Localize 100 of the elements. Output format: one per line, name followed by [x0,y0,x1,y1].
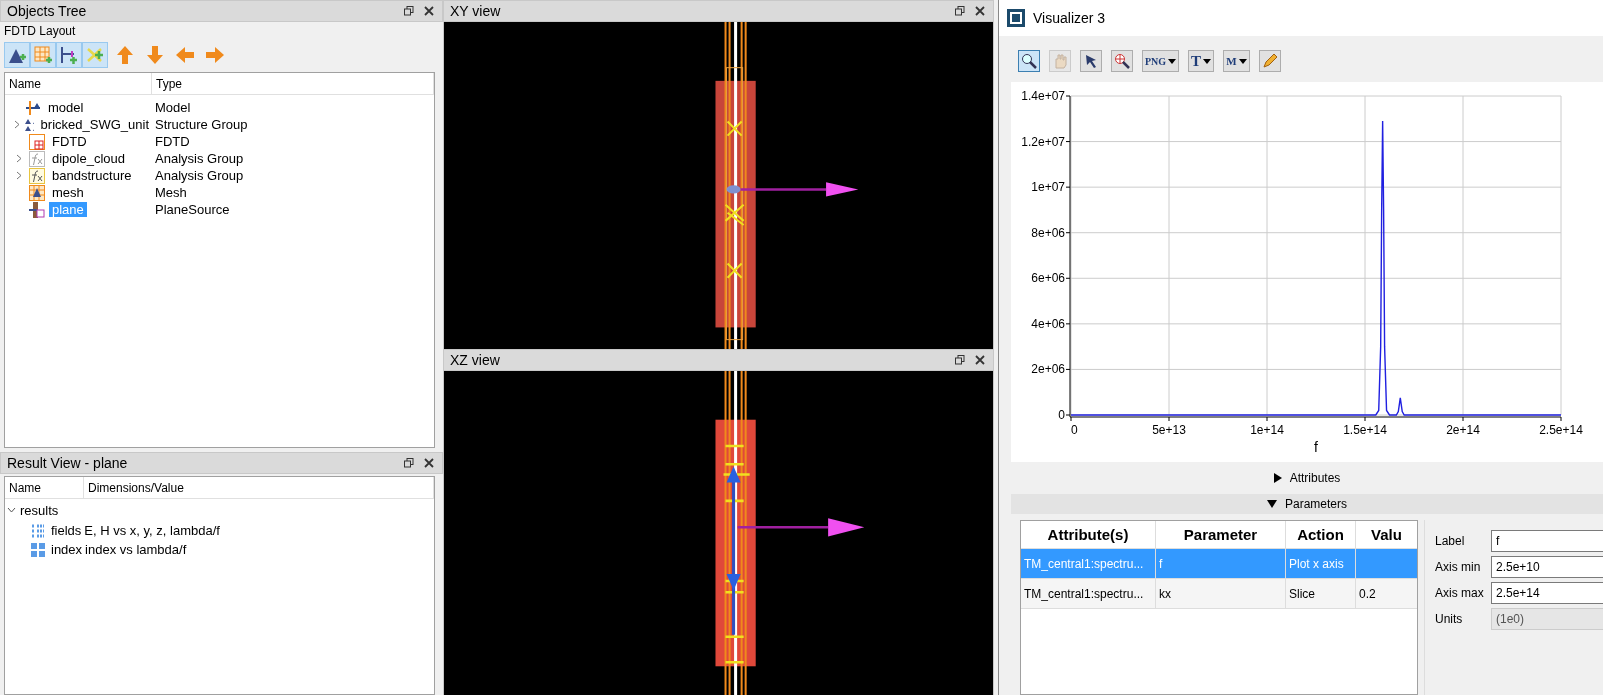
y-tick-label: 4e+06 [1031,316,1065,331]
panel-title: XZ view [450,351,501,368]
mesh-icon [29,184,45,201]
toolbar-button[interactable]: T [1188,50,1215,72]
table-row[interactable]: TM_central1:spectru... kx Slice 0.2 [1021,579,1417,609]
layout-label: FDTD Layout [3,23,77,40]
panel-title: Result View - plane [7,455,129,471]
toolbar-button[interactable] [4,42,30,68]
column-header[interactable]: Valu [1356,521,1417,548]
hand-icon [1052,53,1068,69]
x-tick-label: 5e+13 [1152,423,1186,437]
tree-item[interactable]: mesh [49,185,87,200]
table-cell: Slice [1286,579,1356,608]
tree-item[interactable]: dipole_cloud [49,151,128,166]
field-label: Label [1435,533,1466,550]
y-tick-label: 1.2e+07 [1021,134,1065,149]
tree-item[interactable]: fields [45,523,82,538]
function-icon [29,167,45,184]
column-header[interactable]: Dimensions/Value [84,477,434,498]
x-tick-label: 1.5e+14 [1343,423,1387,437]
toolbar-button[interactable] [1080,50,1102,72]
y-tick-label: 1.4e+07 [1021,89,1065,103]
grid-icon [31,542,45,557]
section-toggle[interactable]: Parameters [1011,494,1603,514]
target-magnifier-icon [1114,53,1130,69]
panel-title: XY view [450,3,502,19]
caret-icon [1238,58,1247,64]
toolbar-button[interactable]: M [1223,50,1250,72]
float-icon[interactable] [955,354,965,365]
field-label: Axis min [1435,559,1482,576]
x-tick-label: 1e+14 [1250,423,1284,437]
x-tick-label: 2e+14 [1446,423,1480,437]
cross-plus-icon [85,45,105,65]
column-header[interactable]: Name [5,73,152,94]
tree-item[interactable]: bandstructure [49,168,135,183]
type-cell-text: Mesh [154,185,187,200]
value-cell-text: index vs lambda/f [84,542,187,557]
x-tick-label: 2.5e+14 [1539,423,1583,437]
magnifier-icon [1021,53,1037,69]
up-arrow-icon [116,45,134,65]
tree-item[interactable]: FDTD [49,134,90,149]
tree-item[interactable]: index [45,542,83,557]
dotted-grid-icon [31,523,45,538]
xy-viewport[interactable] [443,22,994,351]
chevron-down-icon[interactable] [6,507,16,513]
input-field[interactable]: 2.5e+10 [1491,556,1603,578]
down-arrow-icon [146,45,164,65]
toolbar-button[interactable] [1111,50,1133,72]
xz-viewport[interactable] [443,370,994,695]
ruler-plus-icon [59,45,79,65]
column-header[interactable]: Action [1286,521,1356,548]
table-cell: f [1156,549,1286,578]
caret-icon [1168,58,1177,64]
toolbar-button[interactable] [56,42,82,68]
close-icon[interactable] [975,354,985,365]
source-icon [29,201,45,218]
right-arrow-icon [205,46,225,64]
triangle-right-icon [1273,473,1282,483]
table-cell: kx [1156,579,1286,608]
tree-item[interactable]: bricked_SWG_unit [37,117,152,132]
field-label: Units [1435,611,1464,628]
y-tick-label: 6e+06 [1031,271,1065,286]
grid-box-icon [29,133,45,150]
chevron-right-icon[interactable] [13,120,20,129]
type-cell-text: FDTD [154,134,190,149]
caret-icon [1203,58,1212,64]
table-cell: 0.2 [1356,579,1417,608]
triangle-down-icon [1267,500,1277,508]
input-field[interactable]: 2.5e+14 [1491,582,1603,604]
toolbar-button[interactable] [1018,50,1040,72]
left-arrow-icon [175,46,195,64]
y-tick-label: 0 [1058,408,1065,422]
value-cell-text: E, H vs x, y, z, lambda/f [83,523,220,538]
type-cell-text: Analysis Group [154,151,244,166]
close-icon[interactable] [975,6,985,16]
pointer-icon [1083,53,1099,69]
column-header[interactable]: Name [5,477,84,498]
type-cell-text: Model [154,100,191,115]
y-tick-label: 8e+06 [1031,225,1065,240]
type-cell-text: Structure Group [154,117,248,132]
close-icon[interactable] [424,458,434,468]
y-tick-label: 2e+06 [1031,362,1065,377]
function-icon [29,150,45,167]
tree-item[interactable]: model [45,100,87,115]
x-axis-label: f [1314,439,1318,455]
column-header[interactable]: Type [152,73,434,94]
float-icon[interactable] [955,6,965,16]
input-field[interactable]: f [1491,530,1603,552]
pencil-icon [1261,53,1278,69]
window-title: Visualizer 3 [1033,10,1106,26]
column-header[interactable]: Attribute(s) [1021,521,1156,548]
toolbar-button[interactable]: PNG [1142,50,1180,72]
x-tick-label: 0 [1071,423,1078,437]
float-icon[interactable] [404,6,414,16]
type-cell-text: Analysis Group [154,168,244,183]
float-icon[interactable] [404,458,414,468]
column-header[interactable]: Parameter [1156,521,1286,548]
close-icon[interactable] [424,6,434,16]
type-cell-text: PlaneSource [154,202,230,217]
tree-item[interactable]: results [17,502,59,518]
